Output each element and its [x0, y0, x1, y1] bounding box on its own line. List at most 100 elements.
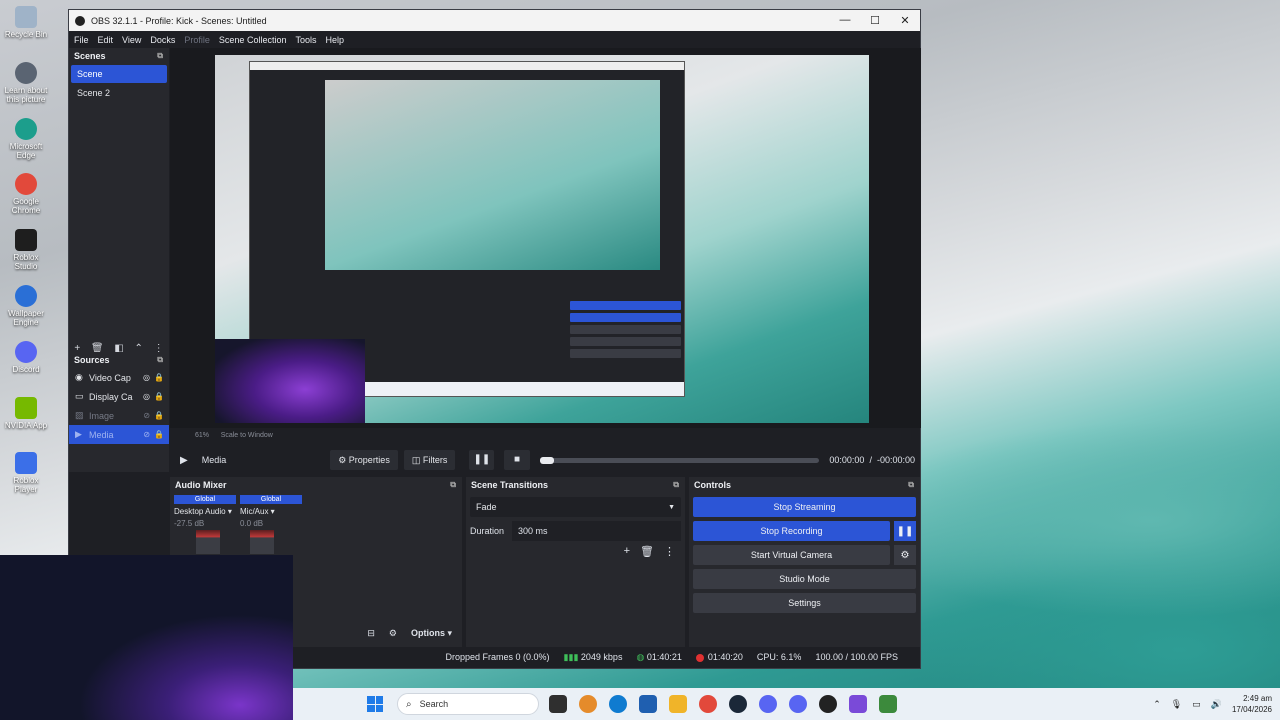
scene-item[interactable]: Scene — [71, 65, 167, 83]
desktop-icon-discord[interactable]: Discord — [2, 341, 50, 374]
discord-icon — [15, 341, 37, 363]
status-bar: Dropped Frames 0 (0.0%) ▮▮▮ 2049 kbps ◍ … — [294, 648, 920, 666]
desktop-icon-recycle-bin[interactable]: Recycle Bin — [2, 6, 50, 39]
lock-icon[interactable]: 🔒 — [154, 411, 164, 420]
wallpaper-engine-icon — [15, 285, 37, 307]
lock-icon[interactable]: 🔒 — [154, 392, 164, 401]
dock-float-icon[interactable]: ⧉ — [157, 355, 163, 365]
more-icon[interactable]: ⋮ — [664, 545, 675, 558]
source-item[interactable]: ▨ Image ⊘ 🔒 — [69, 406, 169, 425]
copilot-icon[interactable] — [579, 695, 597, 713]
mixer-options-button[interactable]: Options ▾ — [411, 628, 452, 639]
seek-bar[interactable] — [539, 456, 820, 464]
filters-button[interactable]: ◫ Filters — [403, 450, 456, 470]
menu-file[interactable]: File — [73, 35, 95, 45]
sources-dock: Sources ⧉ ◉ Video Cap ◎ 🔒 ▭ Display Ca ◎ 🔒 ▨ Ima… — [69, 352, 169, 472]
add-transition-icon[interactable]: + — [624, 545, 630, 558]
file-explorer-icon[interactable] — [669, 695, 687, 713]
minimize-button[interactable]: — — [830, 14, 860, 27]
close-button[interactable]: ✕ — [890, 14, 920, 27]
chrome-icon[interactable] — [699, 695, 717, 713]
channel-volume: 0.0 dB — [240, 519, 264, 528]
recycle-bin-icon — [15, 6, 37, 28]
stop-button[interactable]: ■ — [504, 450, 530, 470]
menu-profile[interactable]: Profile — [183, 35, 216, 45]
stop-streaming-button[interactable]: Stop Streaming — [693, 497, 916, 517]
eye-hidden-icon[interactable]: ⊘ — [143, 411, 150, 420]
discord-icon[interactable] — [759, 695, 777, 713]
channel-name[interactable]: Desktop Audio ▾ — [174, 507, 236, 516]
menu-scene-collection[interactable]: Scene Collection — [218, 35, 293, 45]
stream-icon: ◍ — [636, 651, 647, 662]
desktop-icon-wallpaper-engine[interactable]: Wallpaper Engine — [2, 285, 50, 327]
source-item[interactable]: ▶ Media ⊘ 🔒 — [69, 425, 169, 444]
channel-name[interactable]: Mic/Aux ▾ — [240, 507, 302, 516]
edge-icon — [15, 118, 37, 140]
menu-view[interactable]: View — [121, 35, 147, 45]
app-icon[interactable] — [879, 695, 897, 713]
pause-recording-button[interactable]: ❚❚ — [894, 521, 916, 541]
app-icon[interactable] — [849, 695, 867, 713]
task-view-icon[interactable] — [549, 695, 567, 713]
dock-float-icon[interactable]: ⧉ — [450, 480, 456, 490]
media-time: 00:00:00 / -00:00:00 — [829, 455, 915, 465]
pause-button[interactable]: ❚❚ — [469, 450, 495, 470]
edge-icon[interactable] — [609, 695, 627, 713]
menu-edit[interactable]: Edit — [97, 35, 120, 45]
eye-icon[interactable]: ◎ — [143, 392, 150, 401]
eye-icon[interactable]: ◎ — [143, 373, 150, 382]
desktop-icon-edge[interactable]: Microsoft Edge — [2, 118, 50, 160]
properties-button[interactable]: ⚙ Properties — [330, 450, 398, 470]
obs-icon[interactable] — [819, 695, 837, 713]
gear-icon[interactable]: ⚙ — [894, 545, 916, 565]
search-icon: ⌕ — [406, 698, 412, 710]
source-item[interactable]: ▭ Display Ca ◎ 🔒 — [69, 387, 169, 406]
mic-icon[interactable]: 🎙 — [1171, 699, 1182, 710]
desktop-icon-nvidia[interactable]: NVIDIA App — [2, 397, 50, 430]
mixer-layout-icon[interactable]: ⊟ — [367, 628, 375, 639]
seek-handle[interactable] — [539, 456, 554, 464]
menu-tools[interactable]: Tools — [294, 35, 322, 45]
windows-start-icon[interactable] — [367, 696, 383, 712]
clock[interactable]: 2:49 am 17/04/2026 — [1232, 693, 1272, 715]
desktop-icon-roblox-studio[interactable]: Roblox Studio — [2, 229, 50, 271]
dock-float-icon[interactable]: ⧉ — [908, 480, 914, 490]
preview-canvas[interactable] — [215, 55, 869, 423]
signal-icon: ▮▮▮ — [563, 651, 581, 662]
network-icon[interactable]: ▭ — [1192, 699, 1201, 710]
volume-meter[interactable] — [196, 530, 220, 554]
menu-docks[interactable]: Docks — [149, 35, 181, 45]
title-bar[interactable]: OBS 32.1.1 - Profile: Kick - Scenes: Unt… — [69, 10, 920, 31]
eye-hidden-icon[interactable]: ⊘ — [143, 430, 150, 439]
settings-button[interactable]: Settings — [693, 593, 916, 613]
record-icon — [695, 653, 704, 662]
transition-select[interactable]: Fade ▼ — [470, 497, 681, 517]
remove-transition-icon[interactable]: 🗑 — [640, 545, 654, 558]
discord-notif-icon[interactable] — [789, 695, 807, 713]
dock-float-icon[interactable]: ⧉ — [673, 480, 679, 490]
steam-icon[interactable] — [729, 695, 747, 713]
play-icon[interactable]: ▶ — [180, 455, 188, 466]
preview-scale-info: 61% Scale to Window — [195, 432, 273, 439]
store-icon[interactable] — [639, 695, 657, 713]
menu-help[interactable]: Help — [324, 35, 350, 45]
stop-recording-button[interactable]: Stop Recording ❚❚ — [693, 521, 916, 541]
taskbar-search[interactable]: ⌕ Search — [397, 693, 539, 715]
desktop-icon-learn[interactable]: Learn about this picture — [2, 62, 50, 104]
scene-item[interactable]: Scene 2 — [71, 84, 167, 102]
lock-icon[interactable]: 🔒 — [154, 430, 164, 439]
desktop-icon-roblox-player[interactable]: Roblox Player — [2, 452, 50, 494]
volume-icon[interactable]: 🔊 — [1211, 699, 1222, 710]
volume-meter[interactable] — [250, 530, 274, 554]
maximize-button[interactable]: ☐ — [860, 14, 890, 27]
desktop-icon-chrome[interactable]: Google Chrome — [2, 173, 50, 215]
virtual-camera-button[interactable]: Start Virtual Camera ⚙ — [693, 545, 916, 565]
duration-input[interactable]: 300 ms — [512, 521, 681, 541]
scene-transitions-title: Scene Transitions ⧉ — [471, 480, 679, 490]
source-item[interactable]: ◉ Video Cap ◎ 🔒 — [69, 368, 169, 387]
chevron-up-icon[interactable]: ⌃ — [1153, 699, 1161, 710]
dock-float-icon[interactable]: ⧉ — [157, 51, 163, 61]
mixer-settings-icon[interactable]: ⚙ — [389, 628, 397, 639]
lock-icon[interactable]: 🔒 — [154, 373, 164, 382]
studio-mode-button[interactable]: Studio Mode — [693, 569, 916, 589]
